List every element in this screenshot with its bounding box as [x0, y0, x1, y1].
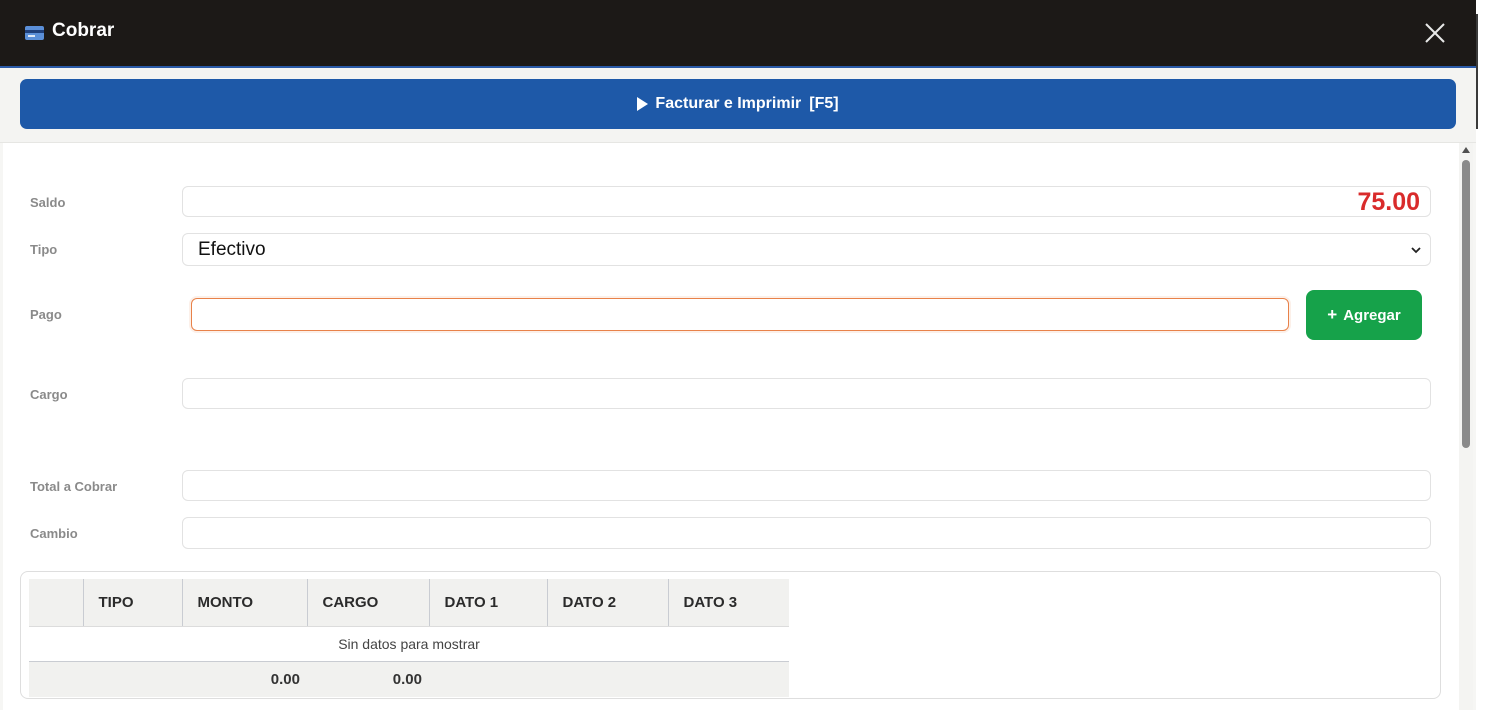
- scroll-up-icon[interactable]: [1462, 147, 1470, 153]
- totals-dato1-cell: [429, 661, 547, 697]
- cambio-label: Cambio: [30, 526, 78, 541]
- add-payment-button[interactable]: + Agregar: [1306, 290, 1422, 340]
- column-header-monto[interactable]: MONTO: [182, 579, 308, 627]
- cargo-label: Cargo: [30, 387, 68, 402]
- chevron-down-icon: [1410, 243, 1422, 261]
- payments-table: TIPO MONTO CARGO DATO 1 DATO 2 DATO 3 Si…: [29, 579, 789, 697]
- plus-icon: +: [1327, 305, 1338, 324]
- tipo-label: Tipo: [30, 242, 58, 257]
- column-header-dato2[interactable]: DATO 2: [547, 579, 669, 627]
- empty-row: Sin datos para mostrar: [29, 626, 789, 662]
- close-icon[interactable]: [1419, 17, 1451, 49]
- total-cargo: 0.00: [307, 661, 429, 697]
- action-bar: Facturar e Imprimir [F5]: [0, 68, 1476, 143]
- column-header-dato1[interactable]: DATO 1: [429, 579, 548, 627]
- vertical-scrollbar[interactable]: [1459, 143, 1473, 710]
- cambio-field: [182, 517, 1431, 549]
- add-payment-label: Agregar: [1343, 306, 1401, 324]
- dialog-title: Cobrar: [52, 20, 115, 41]
- saldo-label: Saldo: [30, 195, 66, 210]
- invoice-print-label: Facturar e Imprimir: [655, 95, 802, 112]
- payment-form: Saldo 75.00 Tipo Efectivo Pago + Agregar…: [3, 143, 1459, 710]
- total-label: Total a Cobrar: [30, 479, 118, 494]
- total-monto: 0.00: [182, 661, 307, 697]
- saldo-value: 75.00: [1357, 188, 1420, 216]
- cobrar-dialog: Cobrar Facturar e Imprimir [F5] Saldo 75…: [0, 0, 1476, 710]
- saldo-field: 75.00: [182, 186, 1431, 217]
- tipo-select[interactable]: Efectivo: [182, 233, 1431, 266]
- table-header-row: TIPO MONTO CARGO DATO 1 DATO 2 DATO 3: [29, 579, 789, 627]
- totals-spacer: [29, 661, 83, 697]
- column-header-cargo[interactable]: CARGO: [307, 579, 430, 627]
- totals-dato3-cell: [668, 661, 789, 697]
- invoice-print-button[interactable]: Facturar e Imprimir [F5]: [20, 79, 1456, 129]
- totals-tipo-cell: [83, 661, 182, 697]
- credit-card-icon: [25, 26, 44, 40]
- cargo-field[interactable]: [182, 378, 1431, 409]
- page-background-edge: [1476, 0, 1495, 710]
- edge-divider: [1476, 14, 1478, 129]
- total-field: [182, 470, 1431, 501]
- shortcut-label: [F5]: [809, 95, 839, 112]
- play-icon: [637, 97, 649, 111]
- totals-row: 0.00 0.00: [29, 661, 789, 697]
- scroll-thumb[interactable]: [1462, 160, 1470, 448]
- pago-input[interactable]: [191, 298, 1289, 331]
- pago-label: Pago: [30, 307, 62, 322]
- payments-grid: TIPO MONTO CARGO DATO 1 DATO 2 DATO 3 Si…: [20, 571, 1441, 699]
- column-header-tipo[interactable]: TIPO: [83, 579, 183, 627]
- tipo-selected-value: Efectivo: [198, 239, 266, 260]
- dialog-titlebar: Cobrar: [0, 0, 1476, 68]
- column-header-dato3[interactable]: DATO 3: [668, 579, 789, 627]
- totals-dato2-cell: [547, 661, 668, 697]
- column-header-select: [29, 579, 84, 627]
- empty-message: Sin datos para mostrar: [29, 626, 789, 662]
